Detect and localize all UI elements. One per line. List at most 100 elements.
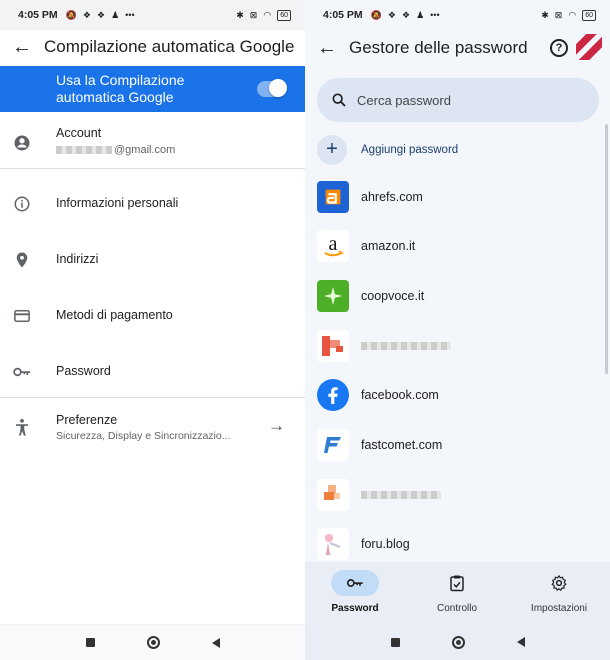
foru-logo-icon (317, 528, 349, 560)
system-icons: ✱ ⊠ ◠ 60 (541, 9, 596, 21)
dropbox-icon: ❖ (96, 9, 106, 20)
password-item-coopvoce[interactable]: coopvoce.it (317, 279, 610, 313)
wifi-icon: ◠ (568, 9, 577, 20)
system-nav-bar (0, 624, 305, 660)
battery-icon: 60 (277, 9, 291, 21)
preferences-label: Preferenze (56, 413, 118, 427)
settings-item-label: Metodi di pagamento (56, 308, 173, 322)
back-arrow-icon[interactable]: ← (305, 31, 349, 65)
bottom-navigation: Password Controllo Impostazioni (305, 562, 610, 624)
tab-password[interactable]: Password (305, 570, 405, 614)
system-nav-bar (305, 624, 610, 660)
recents-button[interactable] (85, 638, 95, 647)
settings-item-label: Indirizzi (56, 252, 99, 266)
redacted-text (361, 342, 451, 350)
site-name: fastcomet.com (361, 438, 443, 452)
status-bar: 4:05 PM 🔕 ❖ ❖ ♟ ••• ✱ ⊠ ◠ 60 (305, 0, 610, 30)
key-icon (12, 362, 32, 382)
info-icon (12, 194, 32, 214)
tab-label: Impostazioni (530, 603, 588, 614)
dropbox-icon: ❖ (387, 9, 396, 20)
back-button[interactable] (211, 637, 220, 648)
back-button[interactable] (516, 637, 525, 647)
settings-item-label: Password (56, 364, 111, 378)
divider (0, 168, 305, 169)
avatar[interactable] (576, 34, 602, 60)
tab-checkup[interactable]: Controllo (407, 570, 507, 614)
page-title: Gestore delle password (349, 38, 528, 57)
recents-button[interactable] (390, 637, 400, 647)
svg-text:a: a (329, 233, 338, 255)
site-name: ahrefs.com (361, 190, 423, 204)
site-name: facebook.com (361, 388, 439, 402)
key-icon (331, 570, 379, 596)
autofill-switch[interactable] (257, 79, 287, 97)
password-item-redacted[interactable] (317, 478, 610, 512)
bell-off-icon: 🔕 (370, 9, 382, 20)
arrow-right-icon: → (268, 416, 285, 435)
settings-item-label: Informazioni personali (56, 196, 179, 210)
settings-item-preferences[interactable]: Preferenze Sicurezza, Display e Sincroni… (0, 410, 305, 448)
home-button[interactable] (146, 636, 160, 649)
bluetooth-icon: ✱ (541, 9, 549, 20)
battery-icon: 60 (582, 9, 596, 21)
search-bar[interactable] (317, 78, 599, 122)
status-time: 4:05 PM (323, 9, 363, 21)
sim-off-icon: ⊠ (554, 9, 563, 20)
search-input[interactable] (357, 92, 577, 108)
coopvoce-logo-icon (317, 280, 349, 312)
account-label: Account (56, 126, 102, 140)
password-item-facebook[interactable]: facebook.com (317, 378, 610, 412)
accessibility-icon (12, 418, 32, 438)
tab-settings[interactable]: Impostazioni (509, 570, 609, 614)
password-item-foru[interactable]: foru.blog (317, 527, 610, 561)
status-bar: 4:05 PM 🔕 ❖ ❖ ♟ ••• ✱ ⊠ ◠ 60 (0, 0, 305, 30)
autofill-toggle-row[interactable]: Usa la Compilazione automatica Google (0, 66, 305, 112)
password-manager-screen: 4:05 PM 🔕 ❖ ❖ ♟ ••• ✱ ⊠ ◠ 60 ← Gestore d… (305, 0, 610, 660)
clipboard-check-icon (433, 570, 481, 596)
gear-icon (535, 570, 583, 596)
password-item-amazon[interactable]: a amazon.it (317, 229, 610, 263)
location-pin-icon (12, 250, 32, 270)
bluetooth-icon: ✱ (236, 9, 244, 20)
settings-item-payment-methods[interactable]: Metodi di pagamento (0, 302, 305, 330)
person-icon: ♟ (111, 9, 120, 20)
password-item-fastcomet[interactable]: fastcomet.com (317, 428, 610, 462)
password-item-ahrefs[interactable]: ahrefs.com (317, 180, 610, 214)
account-circle-icon (12, 133, 32, 153)
redacted-logo-icon (317, 479, 349, 511)
add-password-button[interactable]: + Aggiungi password (317, 134, 610, 166)
preferences-subtitle: Sicurezza, Display e Sincronizzazio... (56, 430, 231, 442)
add-password-label: Aggiungi password (361, 144, 459, 156)
settings-item-personal-info[interactable]: Informazioni personali (0, 190, 305, 218)
more-dots-icon: ••• (125, 10, 135, 20)
scrollbar[interactable] (605, 124, 608, 374)
divider (0, 397, 305, 398)
dropbox-icon: ❖ (82, 9, 91, 20)
dropbox-icon: ❖ (401, 9, 411, 20)
settings-item-passwords[interactable]: Password (0, 358, 305, 386)
help-icon[interactable]: ? (550, 39, 568, 57)
back-arrow-icon[interactable]: ← (0, 30, 44, 64)
page-title: Compilazione automatica Google (44, 37, 295, 56)
person-icon: ♟ (416, 9, 425, 20)
credit-card-icon (12, 306, 32, 326)
password-item-redacted[interactable] (317, 329, 610, 363)
amazon-logo-icon: a (317, 230, 349, 262)
fastcomet-logo-icon (317, 429, 349, 461)
autofill-screen: 4:05 PM 🔕 ❖ ❖ ♟ ••• ✱ ⊠ ◠ 60 ← Compilazi… (0, 0, 305, 660)
bell-off-icon: 🔕 (65, 9, 77, 20)
search-icon (332, 93, 346, 107)
settings-item-addresses[interactable]: Indirizzi (0, 246, 305, 274)
account-email: @gmail.com (56, 144, 175, 156)
more-dots-icon: ••• (430, 10, 440, 20)
ahrefs-logo-icon (317, 181, 349, 213)
site-name: amazon.it (361, 239, 416, 253)
redacted-text (361, 491, 441, 499)
account-row[interactable]: Account @gmail.com (0, 122, 305, 164)
home-button[interactable] (451, 635, 465, 649)
system-icons: ✱ ⊠ ◠ 60 (236, 9, 291, 21)
app-bar: ← Compilazione automatica Google (0, 30, 305, 64)
site-name: coopvoce.it (361, 289, 425, 303)
redacted-text (56, 146, 112, 155)
